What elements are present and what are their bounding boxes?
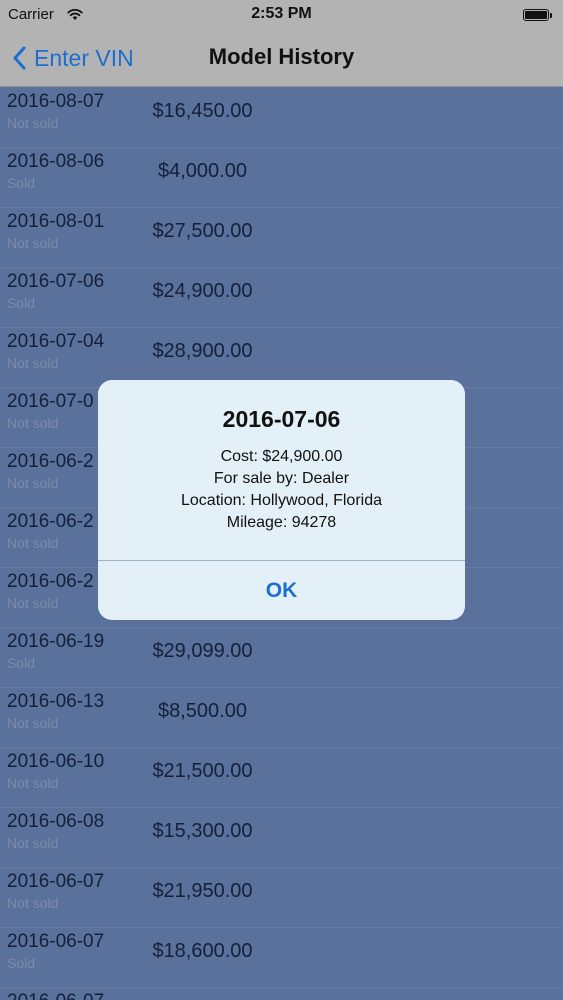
row-status: Not sold (7, 775, 59, 791)
table-row[interactable]: 2016-07-04 Not sold $28,900.00 (0, 328, 563, 388)
row-status: Sold (7, 175, 36, 191)
row-date: 2016-06-10 (7, 751, 105, 772)
alert-cost-line: Cost: $24,900.00 (220, 448, 343, 465)
table-row[interactable]: 2016-06-07 (0, 988, 563, 1000)
table-row[interactable]: 2016-06-07 Not sold $21,950.00 (0, 868, 563, 928)
row-date: 2016-06-08 (7, 811, 105, 832)
status-bar: Carrier 2:53 PM (0, 0, 563, 30)
table-row[interactable]: 2016-06-19 Sold $29,099.00 (0, 628, 563, 688)
row-price: $27,500.00 (152, 220, 253, 242)
navigation-bar: Enter VIN Model History (0, 30, 563, 87)
alert-message: Cost: $24,900.00 For sale by: Dealer Loc… (98, 446, 465, 534)
row-status: Not sold (7, 415, 59, 431)
table-row[interactable]: 2016-06-10 Not sold $21,500.00 (0, 748, 563, 808)
row-price: $15,300.00 (152, 820, 253, 842)
table-row[interactable]: 2016-08-07 Not sold $16,450.00 (0, 88, 563, 148)
table-row[interactable]: 2016-06-07 Sold $18,600.00 (0, 928, 563, 988)
row-date: 2016-06-07 (7, 871, 105, 892)
row-status: Not sold (7, 715, 59, 731)
row-date: 2016-06-13 (7, 691, 105, 712)
row-date: 2016-06-19 (7, 631, 105, 652)
table-row[interactable]: 2016-08-06 Sold $4,000.00 (0, 148, 563, 208)
row-date: 2016-08-07 (7, 91, 105, 112)
row-status: Not sold (7, 535, 59, 551)
row-status: Not sold (7, 595, 59, 611)
ok-button[interactable]: OK (98, 561, 465, 620)
row-price: $29,099.00 (152, 640, 253, 662)
row-price: $24,900.00 (152, 280, 253, 302)
row-date: 2016-08-01 (7, 211, 105, 232)
row-date: 2016-07-06 (7, 271, 105, 292)
row-price: $21,950.00 (152, 880, 253, 902)
row-date: 2016-07-0 (7, 391, 94, 412)
row-date: 2016-08-06 (7, 151, 105, 172)
row-status: Not sold (7, 475, 59, 491)
row-date: 2016-06-2 (7, 451, 94, 472)
alert-title: 2016-07-06 (222, 406, 341, 432)
alert-mileage-line: Mileage: 94278 (226, 514, 337, 531)
table-row[interactable]: 2016-06-13 Not sold $8,500.00 (0, 688, 563, 748)
row-date: 2016-06-07 (7, 991, 104, 1000)
row-price: $28,900.00 (152, 340, 253, 362)
table-row[interactable]: 2016-06-08 Not sold $15,300.00 (0, 808, 563, 868)
row-price: $18,600.00 (152, 940, 253, 962)
row-status: Not sold (7, 355, 59, 371)
row-status: Sold (7, 955, 36, 971)
row-price: $8,500.00 (158, 700, 247, 722)
row-date: 2016-06-07 (7, 931, 105, 952)
row-date: 2016-06-2 (7, 571, 94, 592)
row-price: $16,450.00 (152, 100, 253, 122)
row-status: Not sold (7, 115, 59, 131)
detail-alert: 2016-07-06 Cost: $24,900.00 For sale by:… (98, 380, 465, 620)
page-title: Model History (208, 44, 355, 69)
row-date: 2016-07-04 (7, 331, 105, 352)
table-row[interactable]: 2016-07-06 Sold $24,900.00 (0, 268, 563, 328)
table-row[interactable]: 2016-08-01 Not sold $27,500.00 (0, 208, 563, 268)
row-price: $21,500.00 (152, 760, 253, 782)
row-status: Sold (7, 295, 36, 311)
row-date: 2016-06-2 (7, 511, 94, 532)
row-price: $4,000.00 (158, 160, 247, 182)
row-status: Sold (7, 655, 36, 671)
status-time: 2:53 PM (251, 5, 312, 22)
row-status: Not sold (7, 235, 59, 251)
alert-seller-line: For sale by: Dealer (213, 470, 350, 487)
alert-location-line: Location: Hollywood, Florida (181, 492, 382, 509)
row-status: Not sold (7, 895, 59, 911)
battery-icon (523, 9, 552, 21)
row-status: Not sold (7, 835, 59, 851)
